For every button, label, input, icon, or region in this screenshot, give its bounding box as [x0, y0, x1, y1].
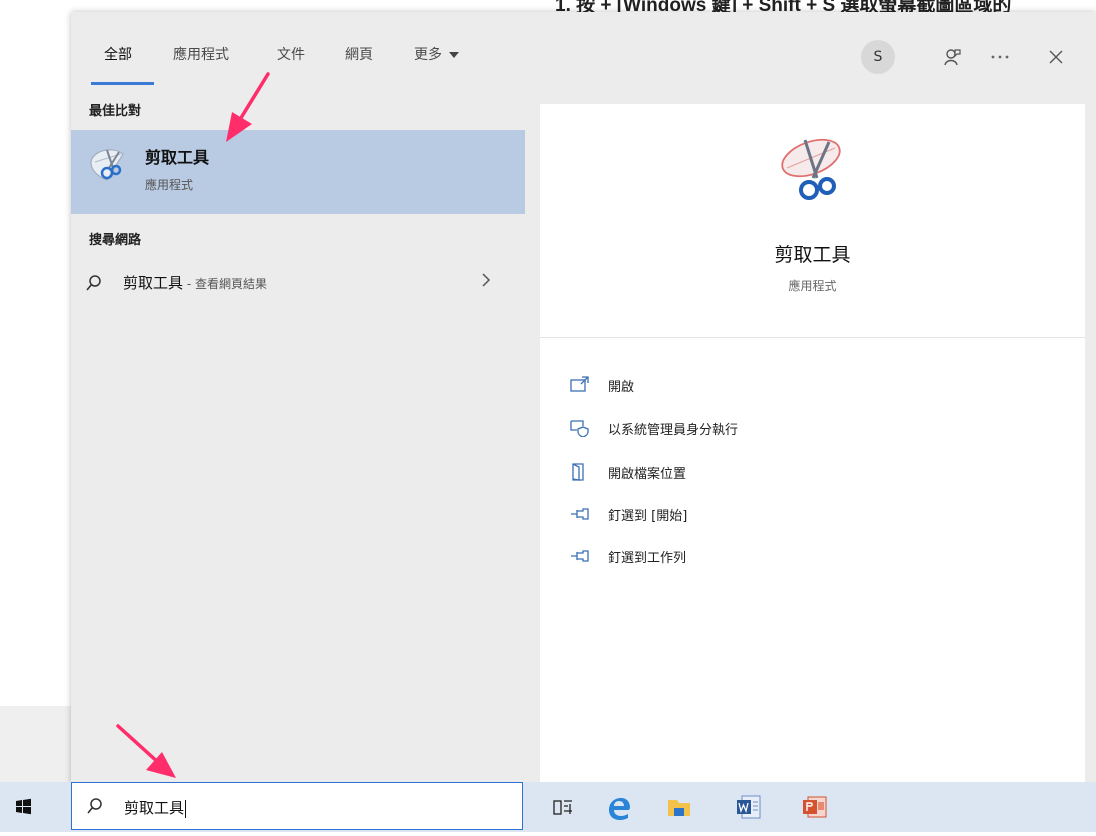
file-location-icon [570, 463, 590, 481]
text-cursor [185, 799, 187, 818]
tab-more-label: 更多 [414, 47, 442, 63]
task-view-icon[interactable] [548, 792, 578, 822]
action-open-file-location[interactable]: 開啟檔案位置 [570, 461, 870, 485]
action-open-label: 開啟 [608, 380, 635, 395]
search-panel: 全部 應用程式 文件 網頁 更多 S 最佳比對 剪取工具 應用程式 搜尋網路 剪… [71, 12, 1096, 784]
pin-icon [570, 547, 590, 565]
powerpoint-icon[interactable] [800, 792, 830, 822]
tab-apps[interactable]: 應用程式 [173, 44, 229, 64]
run-as-admin-icon [570, 419, 590, 438]
file-explorer-icon[interactable] [664, 792, 694, 822]
search-input[interactable]: 剪取工具 [124, 797, 187, 818]
snipping-tool-large-icon [773, 132, 853, 212]
app-preview-name: 剪取工具 [774, 244, 851, 266]
tab-documents[interactable]: 文件 [277, 44, 305, 64]
app-preview-pane: 剪取工具 應用程式 開啟 以系統管理員身分執行 開啟檔案位置 釘選到 [開始] … [540, 104, 1085, 784]
app-preview-header: 剪取工具 應用程式 [540, 104, 1085, 338]
action-pin-to-start[interactable]: 釘選到 [開始] [570, 503, 870, 527]
tab-web[interactable]: 網頁 [345, 44, 373, 64]
action-open-file-location-label: 開啟檔案位置 [608, 467, 687, 482]
start-button[interactable] [0, 782, 48, 832]
app-preview-type: 應用程式 [788, 279, 837, 293]
web-result-suffix: - 查看網頁結果 [183, 277, 267, 291]
tab-more[interactable]: 更多 [414, 44, 459, 64]
action-run-as-admin-label: 以系統管理員身分執行 [608, 423, 739, 438]
chevron-down-icon [449, 52, 459, 58]
taskbar: 剪取工具 [0, 782, 1096, 832]
search-tabs-bar: 全部 應用程式 文件 網頁 更多 S [71, 12, 1096, 90]
best-match-type: 應用程式 [145, 178, 194, 192]
word-icon[interactable] [734, 792, 764, 822]
close-icon[interactable] [1041, 42, 1071, 72]
taskbar-search-box[interactable]: 剪取工具 [71, 782, 523, 830]
action-pin-to-taskbar-label: 釘選到工作列 [608, 551, 687, 566]
action-run-as-admin[interactable]: 以系統管理員身分執行 [570, 417, 870, 441]
action-pin-to-taskbar[interactable]: 釘選到工作列 [570, 545, 870, 569]
more-options-icon[interactable] [985, 42, 1015, 72]
background-strip [0, 706, 71, 782]
edge-icon[interactable] [604, 792, 634, 822]
feedback-icon[interactable] [937, 42, 967, 72]
action-pin-to-start-label: 釘選到 [開始] [608, 509, 688, 524]
results-list: 最佳比對 剪取工具 應用程式 搜尋網路 剪取工具 - 查看網頁結果 [71, 90, 525, 784]
snipping-tool-icon [85, 140, 131, 186]
action-open[interactable]: 開啟 [570, 374, 870, 398]
active-tab-indicator [91, 82, 154, 85]
best-match-name: 剪取工具 [145, 148, 210, 167]
web-result-query: 剪取工具 [123, 274, 184, 292]
avatar[interactable]: S [861, 40, 895, 74]
search-icon [86, 797, 104, 815]
web-search-result[interactable]: 剪取工具 - 查看網頁結果 [71, 266, 525, 300]
search-input-value: 剪取工具 [124, 799, 185, 817]
web-search-heading: 搜尋網路 [89, 233, 142, 248]
web-result-text: 剪取工具 - 查看網頁結果 [123, 272, 267, 293]
chevron-right-icon [481, 272, 491, 293]
search-icon [85, 274, 103, 292]
open-icon [570, 376, 590, 394]
best-match-item[interactable]: 剪取工具 應用程式 [71, 130, 525, 214]
pin-icon [570, 505, 590, 523]
best-match-heading: 最佳比對 [89, 104, 142, 119]
tab-all[interactable]: 全部 [104, 44, 132, 64]
